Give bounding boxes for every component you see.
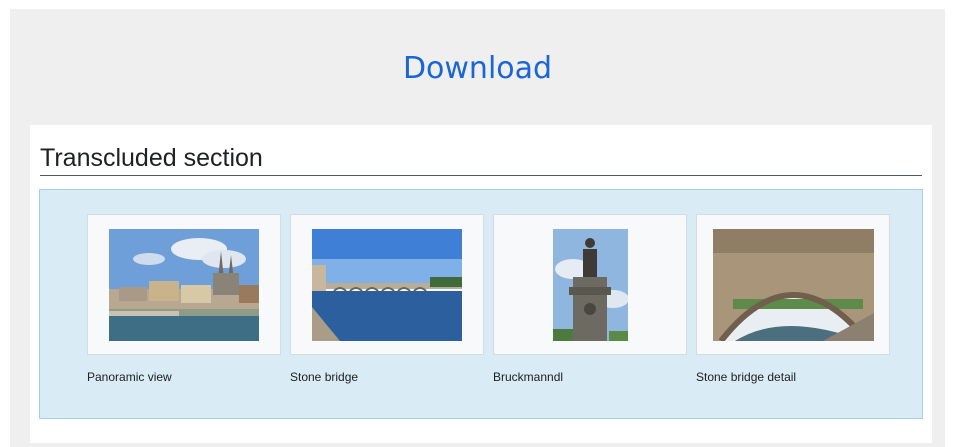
download-link[interactable]: Download <box>10 51 945 86</box>
image-caption: Panoramic view <box>87 370 172 384</box>
image-caption: Stone bridge <box>290 370 359 384</box>
page: Download Transcluded section Panoramic v… <box>10 9 945 447</box>
gallery-item[interactable]: Stone bridge <box>290 214 484 384</box>
thumbnail-frame[interactable] <box>290 214 484 355</box>
section-title: Transcluded section <box>40 143 922 176</box>
image-caption: Stone bridge detail <box>696 370 797 384</box>
panoramic-view-image[interactable] <box>109 228 259 341</box>
stone-bridge-detail-image[interactable] <box>712 228 874 341</box>
gallery-item[interactable]: Bruckmanndl <box>493 214 687 384</box>
thumbnail-frame[interactable] <box>493 214 687 355</box>
transcluded-content: Transcluded section Panoramic view Stone… <box>30 125 932 443</box>
thumbnail-frame[interactable] <box>696 214 890 355</box>
image-caption: Bruckmanndl <box>493 370 564 384</box>
bruckmanndl-image[interactable] <box>552 228 628 341</box>
gallery-item[interactable]: Stone bridge detail <box>696 214 890 384</box>
stone-bridge-image[interactable] <box>312 228 462 341</box>
gallery-item[interactable]: Panoramic view <box>87 214 281 384</box>
image-gallery: Panoramic view Stone bridge Bruckmanndl … <box>39 189 923 419</box>
thumbnail-frame[interactable] <box>87 214 281 355</box>
